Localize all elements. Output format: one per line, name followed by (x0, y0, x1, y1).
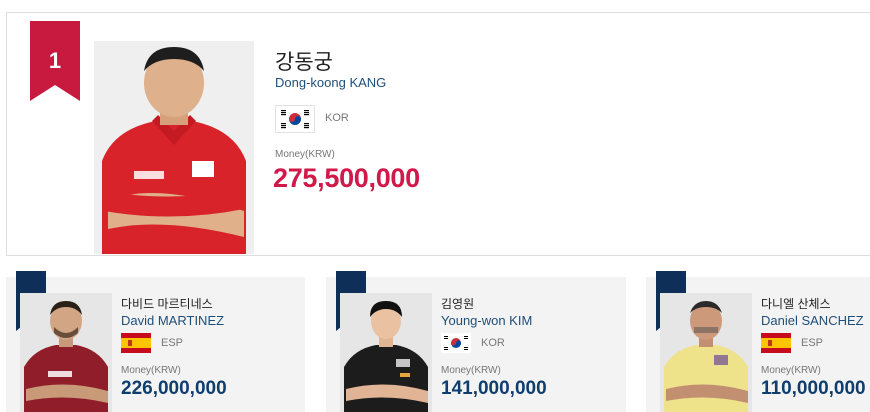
spain-flag-icon (121, 333, 151, 353)
player-name-english: David MARTINEZ (121, 313, 225, 328)
player-money: 275,500,000 (273, 163, 420, 193)
player-name-english: Young-won KIM (441, 313, 533, 328)
rank-badge: 1 (30, 21, 80, 101)
leader-card[interactable]: 1 강동궁 Dong-koong KANG KOR Money(KRW) 275… (6, 12, 870, 256)
player-photo[interactable] (660, 293, 752, 412)
player-country: ESP (161, 337, 184, 349)
player-card[interactable]: 2 다비드 마르티네스 David MARTINEZ ESP Money(KRW… (6, 271, 305, 412)
south-korea-flag-icon (441, 333, 471, 353)
player-portrait-image (94, 41, 254, 254)
money-label: Money(KRW) (441, 365, 501, 376)
player-photo[interactable] (340, 293, 432, 412)
player-country: ESP (801, 337, 824, 349)
money-label: Money(KRW) (761, 365, 821, 376)
south-korea-flag-icon (275, 105, 315, 133)
spain-flag-icon (761, 333, 791, 353)
player-name-korean: 다니엘 산체스 (761, 297, 831, 311)
player-country: KOR (481, 337, 505, 349)
player-card[interactable]: 4 다니엘 산체스 Daniel SANCHEZ ESP Money(KRW) … (646, 271, 870, 412)
player-photo[interactable] (94, 41, 254, 254)
money-label: Money(KRW) (275, 149, 335, 160)
player-name-english: Daniel SANCHEZ (761, 313, 864, 328)
player-money: 110,000,000 (761, 378, 866, 399)
player-portrait-image (660, 293, 752, 412)
player-money: 141,000,000 (441, 378, 547, 399)
player-money: 226,000,000 (121, 378, 227, 399)
player-card[interactable]: 3 김영원 Young-won KIM (326, 271, 626, 412)
rank-number: 1 (48, 48, 62, 73)
player-photo[interactable] (20, 293, 112, 412)
money-label: Money(KRW) (121, 365, 181, 376)
player-name-korean: 다비드 마르티네스 (121, 297, 213, 311)
player-portrait-image (340, 293, 432, 412)
player-name-korean: 강동궁 (275, 51, 333, 74)
player-country: KOR (325, 112, 349, 124)
player-name-korean: 김영원 (441, 297, 475, 311)
player-portrait-image (20, 293, 112, 412)
player-name-english: Dong-koong KANG (275, 75, 387, 90)
